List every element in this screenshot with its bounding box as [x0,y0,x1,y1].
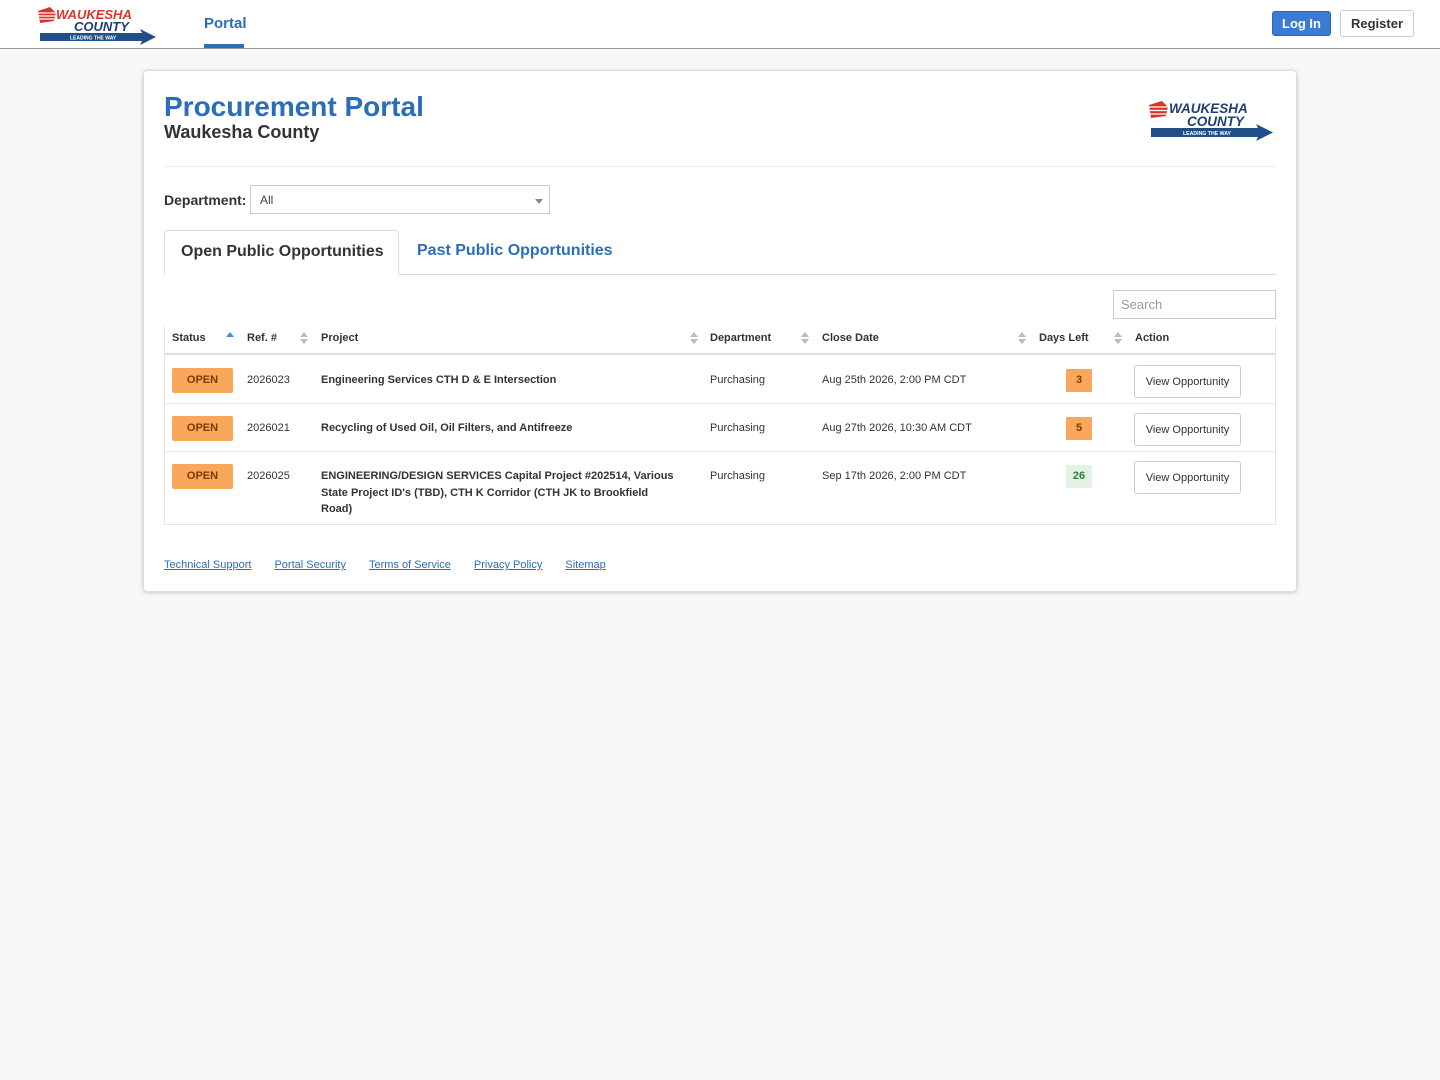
footer-link-terms-of-service[interactable]: Terms of Service [369,559,451,571]
header-divider [164,166,1275,167]
sort-asc-icon[interactable] [226,332,234,346]
opportunities-table: Status Ref. # Project Department Close D… [164,326,1276,525]
footer-link-sitemap[interactable]: Sitemap [565,559,605,571]
table-row: OPEN 2026023 Engineering Services CTH D … [165,356,1275,404]
column-header-ref[interactable]: Ref. # [247,332,277,344]
column-header-department[interactable]: Department [710,332,771,344]
project-name: ENGINEERING/DESIGN SERVICES Capital Proj… [321,470,674,515]
close-date-cell: Aug 27th 2026, 10:30 AM CDT [822,422,972,434]
department-cell: Purchasing [710,374,766,386]
nav-portal-link[interactable]: Portal [204,15,247,32]
footer-link-technical-support[interactable]: Technical Support [164,559,251,571]
login-button[interactable]: Log In [1272,11,1331,36]
svg-text:LEADING THE WAY: LEADING THE WAY [70,36,117,42]
table-header: Status Ref. # Project Department Close D… [165,326,1275,355]
page-title: Procurement Portal [164,91,424,122]
svg-text:COUNTY: COUNTY [74,19,130,34]
svg-text:LEADING THE WAY: LEADING THE WAY [1183,131,1231,137]
column-header-close-date[interactable]: Close Date [822,332,879,344]
ref-number: 2026025 [247,470,290,482]
sort-icon[interactable] [1018,332,1026,346]
department-cell: Purchasing [710,422,766,434]
tab-past-opportunities[interactable]: Past Public Opportunities [417,242,613,260]
ref-number: 2026023 [247,374,290,386]
view-opportunity-button[interactable]: View Opportunity [1134,461,1241,494]
column-header-days-left[interactable]: Days Left [1039,332,1089,344]
column-header-action: Action [1135,332,1170,344]
status-badge: OPEN [172,464,233,489]
sort-icon[interactable] [300,332,308,346]
close-date-cell: Aug 25th 2026, 2:00 PM CDT [822,374,967,386]
ref-number: 2026021 [247,422,290,434]
sort-icon[interactable] [801,332,809,346]
view-opportunity-button[interactable]: View Opportunity [1134,365,1241,398]
tab-open-opportunities[interactable]: Open Public Opportunities [164,230,399,275]
chevron-down-icon [535,199,543,204]
register-button[interactable]: Register [1340,10,1414,37]
footer-link-portal-security[interactable]: Portal Security [274,559,346,571]
nav-active-indicator [204,44,244,48]
top-navbar: WAUKESHA COUNTY LEADING THE WAY Portal L… [0,0,1440,49]
project-name: Recycling of Used Oil, Oil Filters, and … [321,422,573,434]
search-input[interactable] [1113,290,1276,319]
department-select[interactable]: All [250,185,550,214]
procurement-card: Procurement Portal Waukesha County WAUKE… [143,70,1297,592]
department-select-value: All [260,193,274,207]
svg-text:COUNTY: COUNTY [1187,114,1246,129]
department-label: Department: [164,192,247,208]
status-badge: OPEN [172,416,233,441]
table-row: OPEN 2026021 Recycling of Used Oil, Oil … [165,404,1275,452]
footer-links: Technical Support Portal Security Terms of… [164,559,629,571]
sort-icon[interactable] [1114,332,1122,346]
column-header-status[interactable]: Status [172,332,206,344]
days-left-badge: 26 [1066,465,1092,488]
status-badge: OPEN [172,368,233,393]
project-name: Engineering Services CTH D & E Intersect… [321,374,557,386]
days-left-badge: 3 [1066,369,1092,392]
footer-link-privacy-policy[interactable]: Privacy Policy [474,559,542,571]
close-date-cell: Sep 17th 2026, 2:00 PM CDT [822,470,967,482]
table-row: OPEN 2026025 ENGINEERING/DESIGN SERVICES… [165,452,1275,524]
page-subtitle: Waukesha County [164,122,320,142]
days-left-badge: 5 [1066,417,1092,440]
column-header-project[interactable]: Project [321,332,358,344]
department-cell: Purchasing [710,470,766,482]
waukesha-county-logo-large: WAUKESHA COUNTY LEADING THE WAY [1147,101,1273,141]
waukesha-county-logo[interactable]: WAUKESHA COUNTY LEADING THE WAY [34,5,158,45]
sort-icon[interactable] [690,332,698,346]
view-opportunity-button[interactable]: View Opportunity [1134,413,1241,446]
